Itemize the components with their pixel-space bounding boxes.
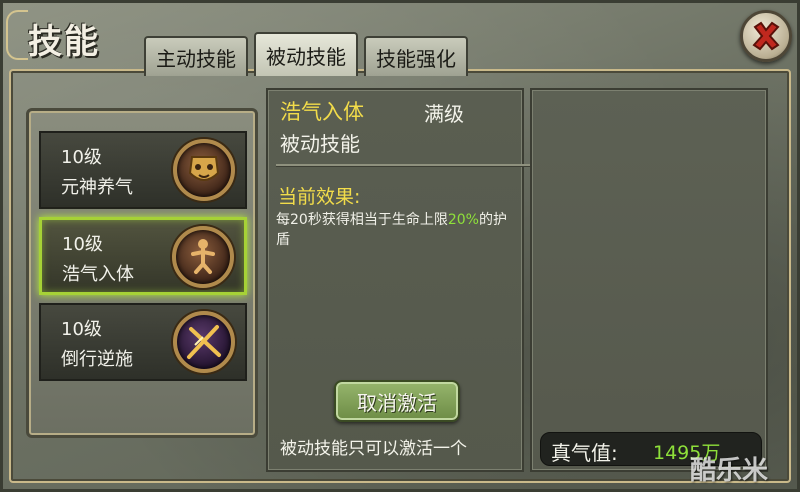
crossed-blades-icon xyxy=(173,311,235,373)
tab-passive-skills[interactable]: 被动技能 xyxy=(254,32,358,76)
skill-item-yuanshen[interactable]: 10级 元神养气 xyxy=(39,131,247,209)
current-effect-text: 每20秒获得相当于生命上限20%的护盾 xyxy=(276,210,516,250)
passive-limit-hint: 被动技能只可以激活一个 xyxy=(280,439,467,459)
effect-text-prefix: 每20秒获得相当于生命上限 xyxy=(276,212,448,228)
meditating-figure-icon xyxy=(172,226,234,288)
close-button[interactable] xyxy=(740,10,792,62)
close-x-icon xyxy=(752,21,780,51)
skill-list: 10级 元神养气 10级 浩气入体 10级 倒行逆施 xyxy=(26,108,258,438)
skill-item-daoxing[interactable]: 10级 倒行逆施 xyxy=(39,303,247,381)
skill-type-label: 被动技能 xyxy=(280,132,360,156)
detail-divider xyxy=(276,164,546,166)
deactivate-button[interactable]: 取消激活 xyxy=(334,380,460,422)
current-effect-title: 当前效果: xyxy=(278,186,361,208)
side-info-panel: 真气值: 1495万 xyxy=(530,88,768,472)
skill-level: 10级 xyxy=(61,147,102,168)
tab-active-skills[interactable]: 主动技能 xyxy=(144,36,248,76)
skill-name: 倒行逆施 xyxy=(61,349,133,370)
tab-bar: 主动技能 被动技能 技能强化 xyxy=(144,32,468,76)
skill-level: 10级 xyxy=(61,319,102,340)
skill-name: 元神养气 xyxy=(61,177,133,198)
skill-max-level-badge: 满级 xyxy=(424,102,464,126)
window-title: 技能 xyxy=(28,22,100,62)
title-ornament xyxy=(6,10,28,60)
skill-level: 10级 xyxy=(62,234,103,255)
skill-detail-panel: 浩气入体 满级 被动技能 当前效果: 每20秒获得相当于生命上限20%的护盾 取… xyxy=(266,88,546,472)
qi-label: 真气值: xyxy=(551,441,618,465)
skill-detail-name: 浩气入体 xyxy=(280,100,364,124)
skill-item-haoqi[interactable]: 10级 浩气入体 xyxy=(39,217,247,295)
effect-value-highlight: 20% xyxy=(447,212,479,228)
skill-name: 浩气入体 xyxy=(62,264,134,285)
tab-skill-enhance[interactable]: 技能强化 xyxy=(364,36,468,76)
site-watermark: 酷乐米 xyxy=(690,456,769,486)
mask-emblem-icon xyxy=(173,139,235,201)
